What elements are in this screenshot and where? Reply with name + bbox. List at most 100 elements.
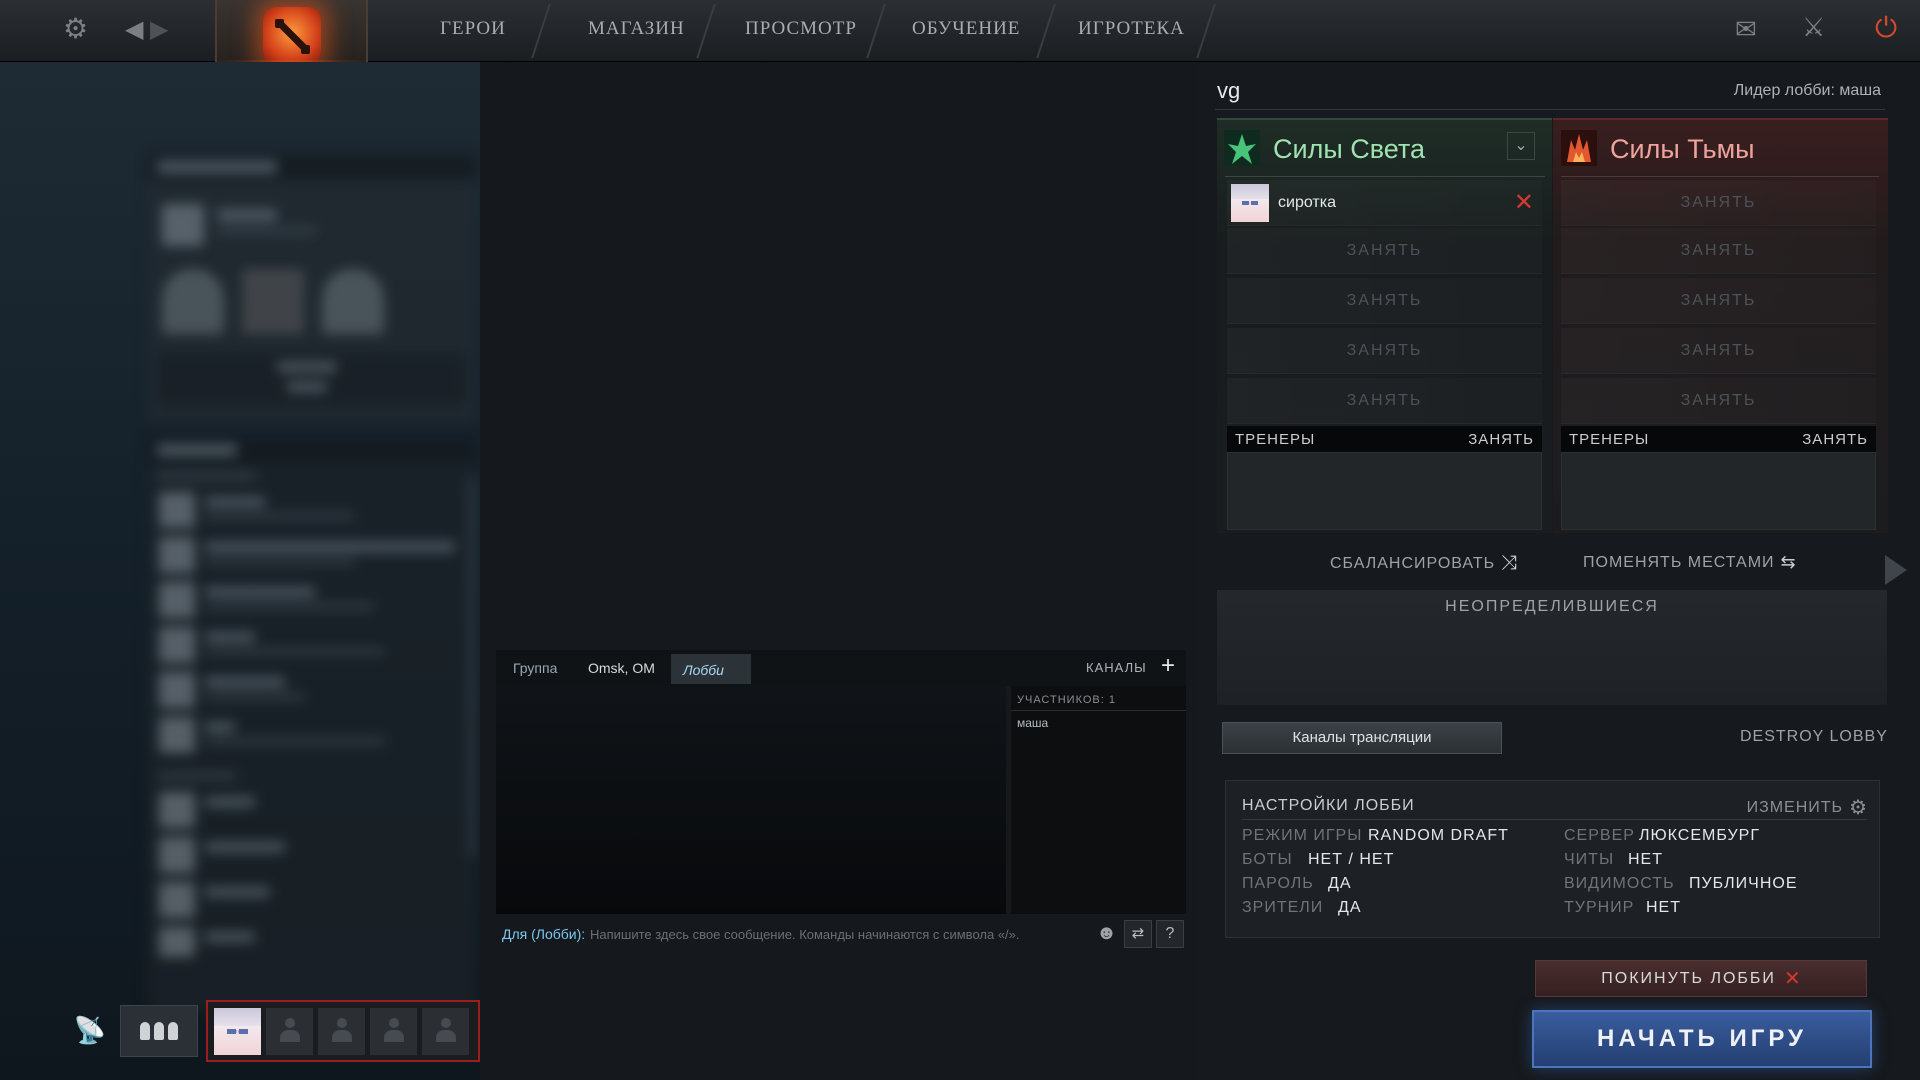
take-slot-label: ЗАНЯТЬ [1680, 391, 1757, 409]
emoticon-icon[interactable]: ☻ [1096, 922, 1117, 945]
power-icon[interactable]: ⏻ [1875, 14, 1897, 42]
destroy-lobby-button[interactable]: DESTROY LOBBY [1740, 728, 1888, 746]
take-slot-label: ЗАНЯТЬ [1346, 391, 1423, 409]
setting-value: ЛЮКСЕМБУРГ [1639, 827, 1760, 844]
start-game-button[interactable]: НАЧАТЬ ИГРУ [1532, 1010, 1872, 1068]
setting-value: ДА [1328, 875, 1352, 892]
members-count: УЧАСТНИКОВ: 1 [1017, 694, 1116, 706]
dire-title: Силы Тьмы [1610, 134, 1755, 164]
radiant-slot-2[interactable]: ЗАНЯТЬ [1227, 228, 1542, 274]
dire-slot-1[interactable]: ЗАНЯТЬ [1561, 180, 1876, 226]
mail-icon[interactable]: ✉ [1735, 15, 1757, 43]
avatar [1231, 183, 1269, 222]
party-slot-empty[interactable] [318, 1007, 365, 1055]
broadcast-antenna-icon[interactable]: 📡 [70, 1015, 110, 1055]
dire-slot-3[interactable]: ЗАНЯТЬ [1561, 278, 1876, 324]
radiant-team: Силы Света ⌄ сиротка ✕ ЗАНЯТЬ ЗАНЯТЬ ЗАН… [1217, 118, 1552, 533]
setting-value: НЕТ [1628, 851, 1663, 868]
take-slot-label: ЗАНЯТЬ [1346, 341, 1423, 359]
close-icon: ✕ [1783, 968, 1801, 990]
chat-input-row: Для (Лобби): Напишите здесь свое сообщен… [496, 918, 1186, 950]
user-silhouette-icon [382, 1018, 406, 1044]
user-silhouette-icon [278, 1018, 302, 1044]
dire-slot-4[interactable]: ЗАНЯТЬ [1561, 328, 1876, 374]
nav-heroes[interactable]: ГЕРОИ [440, 18, 506, 40]
setting-key: СЕРВЕР [1564, 827, 1635, 844]
swap-button[interactable]: ПОМЕНЯТЬ МЕСТАМИ ⇆ [1583, 552, 1797, 573]
take-slot-label: ЗАНЯТЬ [1680, 341, 1757, 359]
armory-icon[interactable]: ⚔ [1802, 13, 1825, 41]
undecided-players[interactable]: НЕОПРЕДЕЛИВШИЕСЯ [1217, 590, 1887, 705]
radiant-title: Силы Света [1273, 134, 1425, 164]
forward-arrow-icon[interactable]: ▶ [150, 16, 168, 44]
radiant-slot-1[interactable]: сиротка ✕ [1227, 180, 1542, 226]
settings-title: НАСТРОЙКИ ЛОББИ [1242, 797, 1415, 814]
gear-icon: ⚙ [1849, 797, 1867, 819]
take-slot-label: ЗАНЯТЬ [1680, 241, 1757, 259]
balance-button[interactable]: СБАЛАНСИРОВАТЬ ⤨ [1330, 552, 1518, 575]
chat-input-prefix: Для (Лобби): [502, 926, 586, 942]
take-slot-label: ЗАНЯТЬ [1346, 291, 1423, 309]
edit-settings-button[interactable]: ИЗМЕНИТЬ ⚙ [1747, 795, 1867, 820]
setting-key: ЗРИТЕЛИ [1242, 899, 1324, 916]
chevron-down-icon[interactable]: ⌄ [1507, 132, 1535, 160]
undecided-label: НЕОПРЕДЕЛИВШИЕСЯ [1445, 598, 1659, 615]
setting-key: БОТЫ [1242, 851, 1293, 868]
nav-arcade[interactable]: ИГРОТЕКА [1078, 18, 1185, 40]
chat-members: УЧАСТНИКОВ: 1 маша [1011, 686, 1186, 914]
left-sidebar: 📡 [0, 62, 480, 1080]
leave-lobby-button[interactable]: ПОКИНУТЬ ЛОББИ ✕ [1535, 960, 1867, 997]
nav-learn[interactable]: ОБУЧЕНИЕ [912, 18, 1020, 40]
party-icon [140, 1022, 150, 1040]
radiant-slot-3[interactable]: ЗАНЯТЬ [1227, 278, 1542, 324]
back-arrow-icon[interactable]: ◀ [125, 16, 143, 44]
radiant-slot-4[interactable]: ЗАНЯТЬ [1227, 328, 1542, 374]
chat-tab-omsk[interactable]: Omsk, OM [588, 660, 655, 676]
chat-tab-group[interactable]: Группа [513, 660, 557, 676]
setting-value: ПУБЛИЧНОЕ [1689, 875, 1798, 892]
dire-team: Силы Тьмы ЗАНЯТЬ ЗАНЯТЬ ЗАНЯТЬ ЗАНЯТЬ ЗА… [1553, 118, 1888, 533]
party-slot-empty[interactable] [422, 1007, 469, 1055]
take-slot-label: ЗАНЯТЬ [1346, 241, 1423, 259]
dire-slot-2[interactable]: ЗАНЯТЬ [1561, 228, 1876, 274]
nav-watch[interactable]: ПРОСМОТР [745, 18, 857, 40]
take-coach-button[interactable]: ЗАНЯТЬ [1468, 431, 1534, 448]
chat-input[interactable]: Напишите здесь свое сообщение. Команды н… [590, 927, 1020, 942]
setting-value: НЕТ [1646, 899, 1681, 916]
add-channel-icon[interactable]: + [1161, 652, 1175, 680]
profile-panel [147, 154, 477, 424]
setting-key: ТУРНИР [1564, 899, 1635, 916]
kick-player-icon[interactable]: ✕ [1514, 188, 1534, 217]
gear-icon[interactable]: ⚙ [63, 15, 88, 43]
party-members-button[interactable] [120, 1005, 198, 1057]
party-slot-self[interactable] [214, 1007, 261, 1055]
coaches-label: ТРЕНЕРЫ [1569, 430, 1650, 448]
lobby-leader: Лидер лобби: маша [1733, 82, 1881, 99]
setting-value: RANDOM DRAFT [1368, 827, 1509, 844]
member-name[interactable]: маша [1017, 716, 1048, 730]
party-slots [206, 1000, 480, 1062]
chat-settings-icon[interactable]: ⇄ [1124, 920, 1152, 948]
player-name[interactable]: сиротка [1278, 194, 1336, 212]
chat-tab-lobby[interactable]: Лобби ⌄ [671, 654, 751, 694]
dire-coaches-header: ТРЕНЕРЫ ЗАНЯТЬ [1561, 426, 1876, 452]
leave-label: ПОКИНУТЬ ЛОББИ [1601, 969, 1776, 987]
take-coach-button[interactable]: ЗАНЯТЬ [1802, 431, 1868, 448]
swap-label: ПОМЕНЯТЬ МЕСТАМИ [1583, 553, 1775, 571]
channels-label[interactable]: КАНАЛЫ [1086, 660, 1147, 675]
setting-value: НЕТ / НЕТ [1308, 851, 1395, 868]
setting-key: РЕЖИМ ИГРЫ [1242, 827, 1363, 844]
expand-arrow-icon[interactable] [1885, 555, 1907, 585]
party-slot-empty[interactable] [370, 1007, 417, 1055]
dota-logo-icon [262, 7, 321, 65]
dire-slot-5[interactable]: ЗАНЯТЬ [1561, 378, 1876, 424]
chat-tab-lobby-label: Лобби [683, 662, 724, 678]
radiant-coaches-list [1227, 452, 1542, 530]
broadcast-channels-button[interactable]: Каналы трансляции [1222, 722, 1502, 754]
party-slot-empty[interactable] [266, 1007, 313, 1055]
edit-label: ИЗМЕНИТЬ [1746, 798, 1844, 816]
help-icon[interactable]: ? [1156, 920, 1184, 948]
radiant-slot-5[interactable]: ЗАНЯТЬ [1227, 378, 1542, 424]
chat-messages[interactable] [496, 686, 1006, 914]
nav-store[interactable]: МАГАЗИН [588, 18, 685, 40]
